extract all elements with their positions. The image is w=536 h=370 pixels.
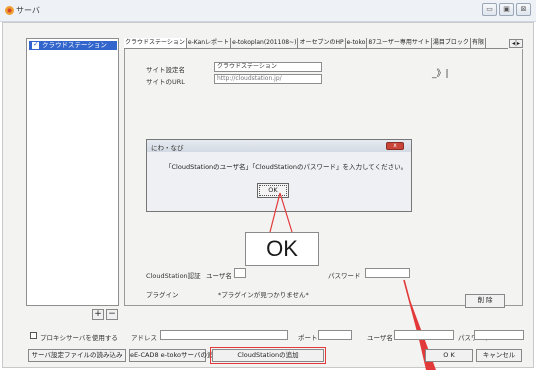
delete-button[interactable]: 削 除: [465, 294, 505, 308]
proxy-port-label: ポート: [298, 334, 318, 342]
proxy-port-field[interactable]: [318, 330, 352, 340]
annotation-arrows: [269, 192, 436, 370]
auth-password-label: パスワード: [328, 272, 361, 280]
proxy-checkbox[interactable]: [30, 332, 37, 339]
add-ecad-server-button[interactable]: eE-CAD8 e-tokoサーバの追加: [129, 349, 220, 362]
load-settings-button[interactable]: サーバ設定ファイルの読み込み: [28, 349, 126, 362]
proxy-address-field[interactable]: [160, 330, 288, 340]
plugin-status: *プラグインが見つかりません*: [218, 291, 309, 299]
cancel-button[interactable]: キャンセル: [476, 349, 522, 362]
proxy-use-label: プロキシサーバを使用する: [40, 334, 118, 342]
auth-user-label: ユーザ名: [206, 272, 232, 280]
add-cloudstation-button[interactable]: CloudStationの追加: [210, 347, 326, 364]
plugin-label: プラグイン: [146, 291, 179, 299]
proxy-address-label: アドレス: [131, 334, 157, 342]
proxy-user-field[interactable]: [394, 330, 454, 340]
ok-callout: OK: [245, 232, 319, 266]
proxy-user-label: ユーザ名: [367, 334, 393, 342]
auth-user-field[interactable]: [234, 268, 246, 278]
auth-password-field[interactable]: [365, 268, 410, 278]
proxy-password-field[interactable]: [474, 330, 524, 340]
auth-label: CloudStation認証: [146, 272, 201, 280]
ok-button[interactable]: O K: [425, 349, 473, 362]
ok-pointer-lines: [269, 192, 293, 233]
